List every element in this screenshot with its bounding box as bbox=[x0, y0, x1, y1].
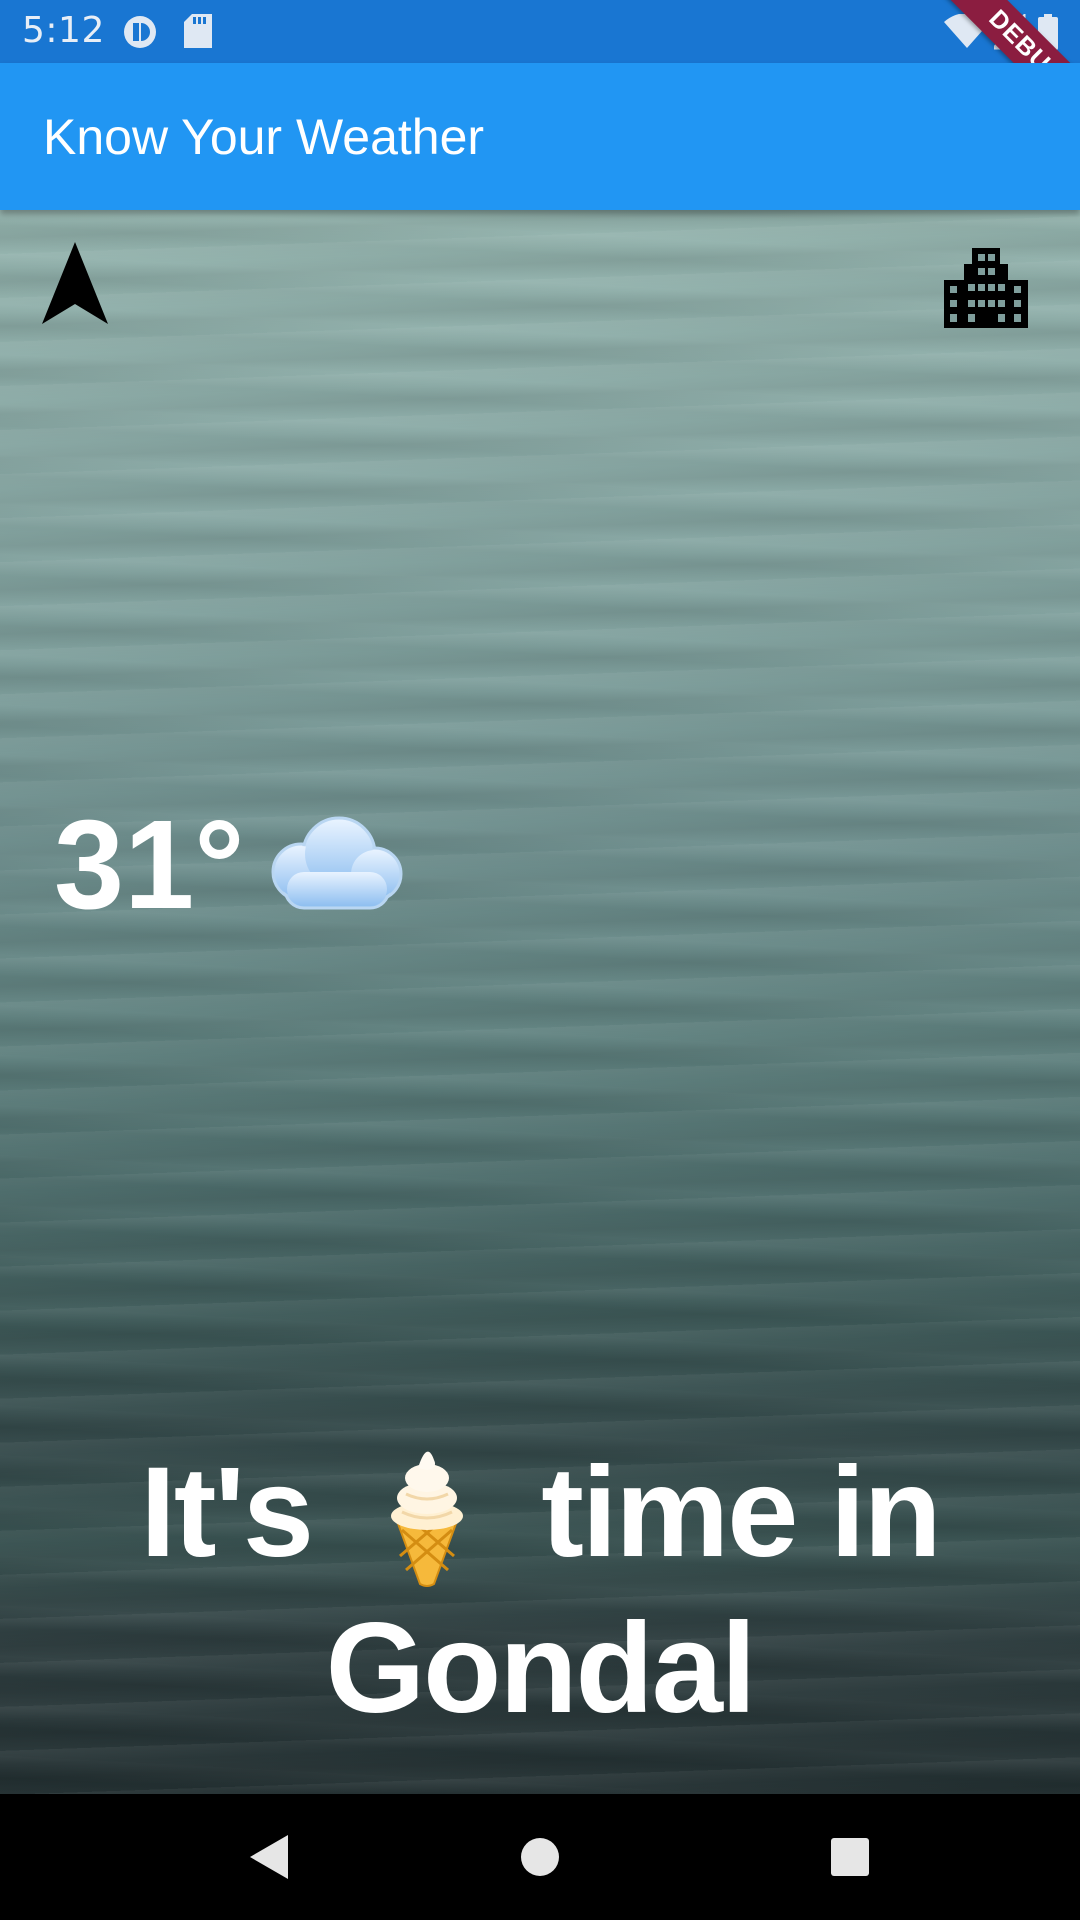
status-bar: 5:12 DEBUG bbox=[0, 0, 1080, 144]
message-suffix: time in bbox=[541, 1441, 941, 1584]
app-title: Know Your Weather bbox=[43, 109, 485, 165]
status-time: 5:12 bbox=[22, 10, 105, 51]
temperature-row: 31° bbox=[54, 790, 409, 940]
back-button[interactable] bbox=[220, 1794, 320, 1920]
message-prefix: It's bbox=[140, 1441, 314, 1584]
system-nav-bar bbox=[0, 1794, 1080, 1920]
app-bar: Know Your Weather bbox=[0, 63, 1080, 210]
screen: 5:12 DEBUG Know Your Weather 31° It's ti… bbox=[0, 0, 1080, 1920]
home-button[interactable] bbox=[490, 1794, 590, 1920]
ice-cream-icon bbox=[372, 1438, 482, 1588]
weather-message: It's time in Gondal bbox=[0, 1435, 1080, 1747]
sd-card-icon bbox=[184, 14, 212, 53]
recents-button[interactable] bbox=[800, 1794, 900, 1920]
navigation-arrow-icon[interactable] bbox=[40, 240, 110, 326]
recents-square-icon bbox=[831, 1838, 869, 1876]
back-triangle-icon bbox=[250, 1835, 288, 1879]
temperature-value: 31° bbox=[54, 794, 245, 935]
city-name: Gondal bbox=[325, 1597, 757, 1740]
sync-status-icon bbox=[122, 14, 158, 55]
home-circle-icon bbox=[521, 1838, 559, 1876]
location-city-icon[interactable] bbox=[944, 244, 1028, 328]
cloud-icon bbox=[259, 812, 409, 918]
